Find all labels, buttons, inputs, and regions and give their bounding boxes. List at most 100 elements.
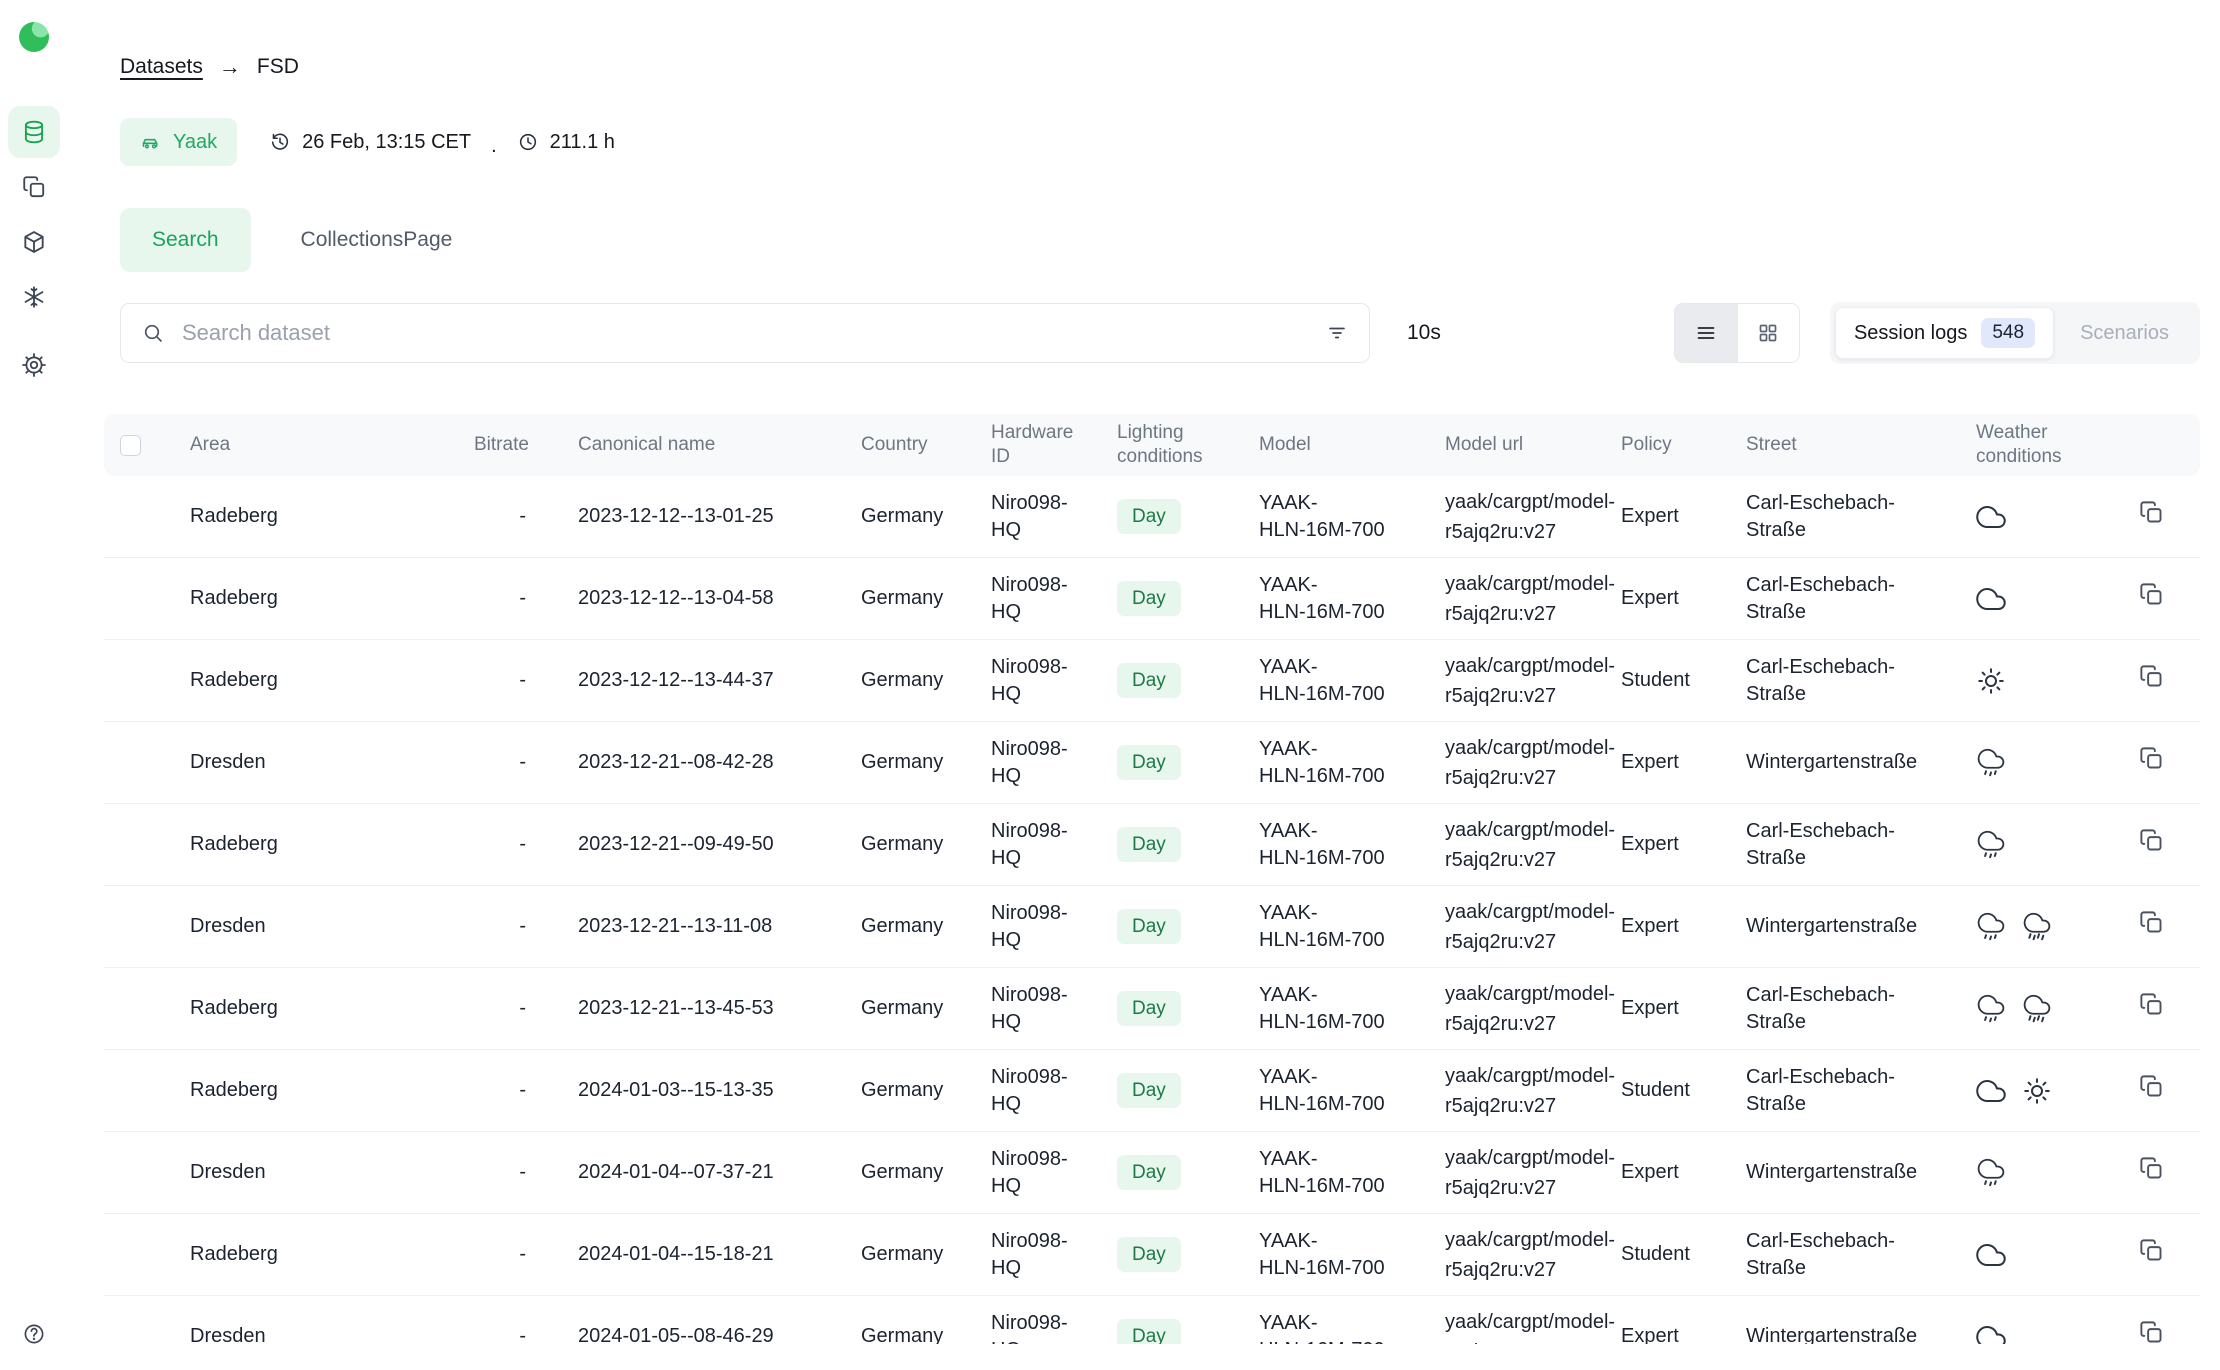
clock-icon: [517, 131, 539, 153]
cell-model-url: yaak/cargpt/model-r5ajq2ru:v27: [1433, 1296, 1609, 1345]
cell-street: Wintergartenstraße: [1734, 1132, 1964, 1214]
filter-button[interactable]: [1325, 321, 1349, 345]
recorded-at: 26 Feb, 13:15 CET: [269, 131, 471, 154]
grid-icon: [1756, 321, 1780, 345]
sidebar-item-settings[interactable]: [8, 339, 60, 391]
breadcrumb: Datasets → FSD: [120, 54, 2200, 80]
copy-button[interactable]: [2138, 499, 2165, 526]
sidebar-item-datasets[interactable]: [8, 106, 60, 158]
copy-button[interactable]: [2138, 1073, 2165, 1100]
copy-icon: [2138, 745, 2165, 772]
row-select-cell: [104, 1132, 178, 1214]
sun-icon: [1976, 666, 2006, 696]
cell-area: Dresden: [178, 722, 462, 804]
col-country: Country: [849, 414, 979, 476]
cell-bitrate: -: [462, 1132, 566, 1214]
copy-button[interactable]: [2138, 1319, 2165, 1344]
list-icon: [1694, 321, 1718, 345]
scenarios-tab[interactable]: Scenarios: [2054, 322, 2195, 345]
cell-policy: Expert: [1609, 1296, 1734, 1345]
table-row[interactable]: Dresden-2024-01-05--08-46-29GermanyNiro0…: [104, 1296, 2200, 1345]
cell-hardware-id: Niro098-HQ: [979, 886, 1105, 968]
session-logs-tab[interactable]: Session logs 548: [1835, 307, 2054, 359]
cell-policy: Expert: [1609, 1132, 1734, 1214]
cell-canonical-name: 2023-12-12--13-04-58: [566, 558, 849, 640]
help-button[interactable]: [12, 1312, 56, 1356]
grid-view-button[interactable]: [1737, 304, 1799, 362]
copy-button[interactable]: [2138, 827, 2165, 854]
total-duration-value: 211.1 h: [550, 131, 615, 154]
col-street: Street: [1734, 414, 1964, 476]
table-row[interactable]: Radeberg-2023-12-21--13-45-53GermanyNiro…: [104, 968, 2200, 1050]
copy-button[interactable]: [2138, 745, 2165, 772]
car-icon: [140, 131, 162, 153]
cell-model-url: yaak/cargpt/model-r5ajq2ru:v27: [1433, 1050, 1609, 1132]
row-select-cell: [104, 558, 178, 640]
layers-icon: [21, 174, 47, 200]
breadcrumb-datasets-link[interactable]: Datasets: [120, 55, 203, 79]
breadcrumb-current: FSD: [257, 55, 299, 79]
cell-area: Radeberg: [178, 1214, 462, 1296]
copy-button[interactable]: [2138, 581, 2165, 608]
copy-button[interactable]: [2138, 909, 2165, 936]
copy-button[interactable]: [2138, 991, 2165, 1018]
toolbar: 10s Session logs 548 Scenarios: [120, 302, 2200, 364]
rain-icon: [1976, 912, 2006, 942]
table-row[interactable]: Radeberg-2023-12-12--13-04-58GermanyNiro…: [104, 558, 2200, 640]
table-row[interactable]: Radeberg-2023-12-12--13-01-25GermanyNiro…: [104, 476, 2200, 558]
cell-weather: [1964, 1296, 2104, 1345]
cell-policy: Expert: [1609, 558, 1734, 640]
cell-weather: [1964, 1214, 2104, 1296]
table-row[interactable]: Radeberg-2024-01-04--15-18-21GermanyNiro…: [104, 1214, 2200, 1296]
row-select-cell: [104, 804, 178, 886]
tab-search[interactable]: Search: [120, 208, 251, 272]
cell-bitrate: -: [462, 804, 566, 886]
clip-length-selector[interactable]: 10s: [1407, 321, 1441, 345]
cell-lighting: Day: [1105, 1050, 1247, 1132]
main-content: Datasets → FSD Yaak 26 Feb, 13:15 CET . …: [68, 0, 2220, 1344]
cell-model: YAAK-HLN-16M-700: [1247, 886, 1433, 968]
table-row[interactable]: Radeberg-2023-12-21--09-49-50GermanyNiro…: [104, 804, 2200, 886]
sidebar-item-workflows[interactable]: [8, 271, 60, 323]
col-weather-conditions: Weather conditions: [1964, 414, 2104, 476]
cell-canonical-name: 2023-12-12--13-01-25: [566, 476, 849, 558]
search-input[interactable]: [180, 319, 1310, 347]
cell-lighting: Day: [1105, 1132, 1247, 1214]
cell-policy: Expert: [1609, 968, 1734, 1050]
select-all-checkbox[interactable]: [120, 435, 141, 456]
search-icon: [141, 321, 165, 345]
cell-actions: [2104, 1050, 2200, 1132]
view-toggle: [1674, 303, 1800, 363]
copy-button[interactable]: [2138, 1237, 2165, 1264]
cell-street: Carl-Eschebach-Straße: [1734, 558, 1964, 640]
table-row[interactable]: Dresden-2024-01-04--07-37-21GermanyNiro0…: [104, 1132, 2200, 1214]
copy-icon: [2138, 991, 2165, 1018]
sidebar-item-packages[interactable]: [8, 216, 60, 268]
cell-actions: [2104, 558, 2200, 640]
cell-country: Germany: [849, 968, 979, 1050]
table-row[interactable]: Dresden-2023-12-21--08-42-28GermanyNiro0…: [104, 722, 2200, 804]
cell-lighting: Day: [1105, 1296, 1247, 1345]
filter-icon: [1325, 321, 1349, 345]
source-badge[interactable]: Yaak: [120, 118, 237, 166]
copy-button[interactable]: [2138, 1155, 2165, 1182]
copy-button[interactable]: [2138, 663, 2165, 690]
cell-country: Germany: [849, 1296, 979, 1345]
table-row[interactable]: Radeberg-2023-12-12--13-44-37GermanyNiro…: [104, 640, 2200, 722]
lighting-badge: Day: [1117, 1073, 1181, 1108]
cell-street: Wintergartenstraße: [1734, 1296, 1964, 1345]
list-view-button[interactable]: [1675, 304, 1737, 362]
cell-area: Dresden: [178, 1296, 462, 1345]
lighting-badge: Day: [1117, 1237, 1181, 1272]
cell-model: YAAK-HLN-16M-700: [1247, 1214, 1433, 1296]
table-header: Area Bitrate Canonical name Country Hard…: [104, 414, 2200, 476]
logs-scenarios-switch: Session logs 548 Scenarios: [1830, 302, 2200, 364]
table-row[interactable]: Dresden-2023-12-21--13-11-08GermanyNiro0…: [104, 886, 2200, 968]
sidebar-item-collections[interactable]: [8, 161, 60, 213]
cell-canonical-name: 2024-01-03--15-13-35: [566, 1050, 849, 1132]
snowflake-icon: [21, 284, 47, 310]
source-badge-label: Yaak: [173, 131, 217, 154]
table-row[interactable]: Radeberg-2024-01-03--15-13-35GermanyNiro…: [104, 1050, 2200, 1132]
cell-bitrate: -: [462, 1296, 566, 1345]
tab-collections-page[interactable]: CollectionsPage: [301, 228, 453, 252]
